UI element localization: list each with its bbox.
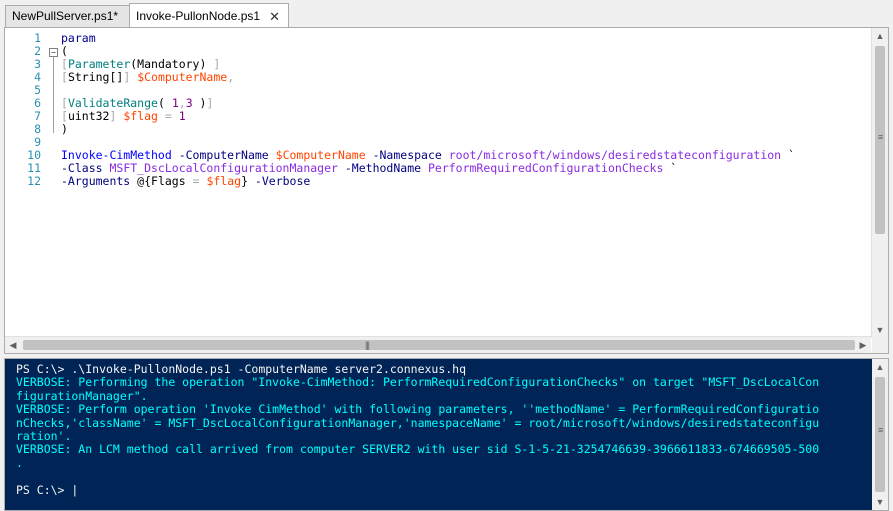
- verbose-line: VERBOSE: Performing the operation "Invok…: [16, 375, 820, 390]
- code-token: [: [61, 96, 68, 110]
- tab-bar: NewPullServer.ps1* Invoke-PullonNode.ps1…: [0, 0, 893, 28]
- code-token: }: [241, 174, 248, 188]
- code-token: MSFT_DscLocalConfigurationManager: [109, 161, 338, 175]
- fold-guide: [53, 57, 54, 133]
- code-token: 1: [171, 96, 179, 110]
- code-token: 1: [178, 109, 186, 123]
- code-token: uint32: [67, 109, 110, 123]
- code-token: PerformRequiredConfigurationChecks: [427, 161, 664, 175]
- verbose-line: VERBOSE: An LCM method call arrived from…: [16, 442, 820, 457]
- code-token: ): [61, 122, 68, 136]
- editor-horizontal-scrollbar[interactable]: ◀ ||| ▶: [5, 336, 871, 353]
- code-token: ): [192, 96, 207, 110]
- code-token: ,: [227, 70, 235, 84]
- close-icon[interactable]: ✕: [269, 4, 280, 29]
- code-token: -MethodName: [337, 161, 428, 175]
- verbose-line: nChecks,'className' = MSFT_DscLocalConfi…: [16, 415, 820, 430]
- code-token: ]: [213, 57, 221, 71]
- scroll-down-icon[interactable]: ▼: [872, 322, 888, 338]
- console-output[interactable]: PS C:\> .\Invoke-PullonNode.ps1 -Compute…: [16, 362, 866, 497]
- code-token: `: [781, 148, 795, 162]
- console-vertical-scrollbar[interactable]: ▲ ≡ ▼: [872, 359, 888, 510]
- console-pane[interactable]: PS C:\> .\Invoke-PullonNode.ps1 -Compute…: [4, 358, 889, 511]
- tab-label: Invoke-PullonNode.ps1: [136, 9, 261, 23]
- code-token: String[]: [67, 70, 124, 84]
- verbose-line: ration'.: [16, 428, 72, 443]
- prompt-line: PS C:\> |: [16, 482, 79, 497]
- grip-icon: |||: [365, 340, 370, 350]
- code-token: ,: [178, 96, 186, 110]
- code-token: (: [61, 44, 68, 58]
- prompt-line: [16, 470, 866, 483]
- editor-vertical-scrollbar[interactable]: ▲ ≡ ▼: [871, 28, 888, 338]
- verbose-line: .: [16, 455, 23, 470]
- scroll-up-icon[interactable]: ▲: [872, 359, 888, 375]
- code-token: Parameter: [67, 57, 131, 71]
- code-token: Invoke-CimMethod: [61, 148, 172, 162]
- line-number-gutter: 1 2 3 4 5 6 7 8 9 10 11 12−: [5, 28, 61, 338]
- grip-icon: ≡: [878, 132, 884, 142]
- code-token: -Namespace: [365, 148, 449, 162]
- code-token: -Verbose: [248, 174, 311, 188]
- code-token: =: [157, 109, 179, 123]
- code-line[interactable]: [uint32] $flag = 1: [61, 110, 186, 123]
- collapse-icon[interactable]: −: [49, 48, 58, 57]
- code-token: ]: [123, 70, 138, 84]
- scroll-right-icon[interactable]: ▶: [855, 337, 871, 353]
- code-token: @{Flags: [137, 174, 193, 188]
- code-token: $ComputerName: [137, 70, 228, 84]
- grip-icon: ≡: [878, 425, 884, 435]
- script-editor[interactable]: 1 2 3 4 5 6 7 8 9 10 11 12− param([Parameter(Mandat…: [4, 27, 889, 354]
- verbose-line: VERBOSE: Perform operation 'Invoke CimMe…: [16, 402, 820, 417]
- tab-newpullserver[interactable]: NewPullServer.ps1*: [5, 5, 130, 27]
- code-line[interactable]: [String[]] $ComputerName,: [61, 71, 234, 84]
- code-token: ]: [109, 109, 124, 123]
- code-token: [: [61, 70, 68, 84]
- code-token: $flag: [123, 109, 158, 123]
- code-token: $flag: [206, 174, 242, 188]
- tab-label: NewPullServer.ps1*: [12, 9, 119, 23]
- scroll-up-icon[interactable]: ▲: [872, 28, 888, 44]
- scrollbar-thumb[interactable]: [23, 340, 855, 350]
- tab-invoke-pullonnode[interactable]: Invoke-PullonNode.ps1 ✕: [129, 3, 289, 28]
- verbose-line: figurationManager".: [16, 388, 148, 403]
- scroll-corner: [872, 337, 888, 353]
- line-number: 12: [27, 174, 41, 188]
- code-token: $ComputerName: [275, 148, 366, 162]
- code-token: -Class: [61, 161, 110, 175]
- code-token: ]: [206, 96, 214, 110]
- scroll-down-icon[interactable]: ▼: [872, 494, 888, 510]
- scroll-left-icon[interactable]: ◀: [5, 337, 21, 353]
- scrollbar-thumb[interactable]: ≡: [875, 46, 885, 234]
- code-token: =: [192, 174, 200, 188]
- code-token: -ComputerName: [171, 148, 276, 162]
- prompt-line: PS C:\> .\Invoke-PullonNode.ps1 -Compute…: [16, 362, 467, 376]
- code-token: param: [61, 31, 96, 45]
- code-token: [: [61, 109, 68, 123]
- code-token: root/microsoft/windows/desiredstateconfi…: [448, 148, 782, 162]
- code-line[interactable]: ): [61, 123, 68, 136]
- code-token: [: [61, 57, 68, 71]
- code-token: -Arguments: [61, 174, 138, 188]
- code-token: `: [663, 161, 678, 175]
- code-token: 3: [185, 96, 193, 110]
- scrollbar-thumb[interactable]: ≡: [875, 377, 885, 492]
- code-token: (Mandatory): [130, 57, 214, 71]
- code-token: (: [157, 96, 172, 110]
- code-token: ValidateRange: [67, 96, 158, 110]
- code-line[interactable]: -Arguments @{Flags = $flag} -Verbose: [61, 175, 310, 188]
